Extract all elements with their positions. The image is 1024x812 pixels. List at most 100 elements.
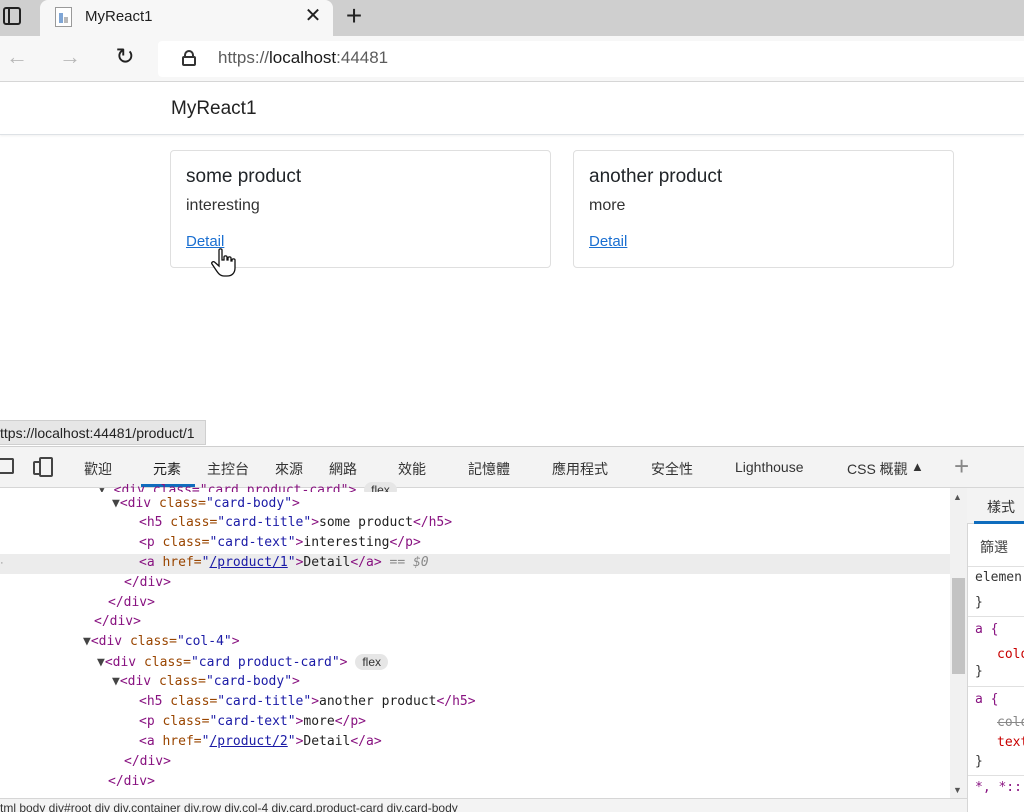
breadcrumb-path[interactable]: tml body div#root div div.container div.… [0, 801, 458, 812]
dom-tag: > [231, 634, 240, 649]
tab-actions-icon[interactable] [3, 7, 21, 25]
dom-line[interactable]: </div> [108, 774, 155, 794]
dom-line[interactable]: ▼<div class="col-4"> [83, 634, 240, 654]
scroll-down-icon[interactable]: ▼ [953, 785, 962, 795]
dom-line[interactable]: </div> [124, 754, 171, 774]
tab-welcome[interactable]: 歡迎 [84, 459, 112, 479]
dom-value: "card-title" [217, 515, 312, 530]
rule-selector[interactable]: *, *:: [975, 780, 1022, 795]
dom-line[interactable]: </div> [94, 614, 141, 634]
dom-line[interactable]: </div> [124, 575, 171, 595]
dom-attr: href= [154, 734, 202, 749]
dom-line[interactable]: <p class="card-text">interesting</p> [139, 535, 421, 555]
new-tab-icon[interactable]: + [341, 1, 367, 31]
more-tabs-icon[interactable]: + [954, 452, 969, 480]
dom-tag: <div [119, 496, 152, 511]
css-property-overridden[interactable]: colo [997, 715, 1024, 730]
detail-link[interactable]: Detail [589, 233, 627, 250]
page-favicon-icon [55, 7, 72, 27]
scroll-up-icon[interactable]: ▲ [953, 492, 962, 502]
url-scheme: https:// [218, 48, 270, 67]
tab-performance[interactable]: 效能 [398, 459, 426, 479]
tab-lighthouse[interactable]: Lighthouse [735, 459, 804, 475]
lock-icon[interactable] [182, 50, 196, 66]
expand-arrow-icon[interactable]: ▼ [112, 496, 120, 511]
dom-attr: class= [154, 535, 210, 550]
dom-href-link[interactable]: /product/1 [209, 555, 287, 570]
app-brand[interactable]: MyReact1 [171, 98, 257, 120]
dom-value: "col-4" [176, 634, 232, 649]
console-ref-label: == $0 [389, 555, 429, 570]
dom-line[interactable]: <h5 class="card-title">another product</… [139, 694, 476, 714]
tab-console[interactable]: 主控台 [207, 459, 249, 479]
expand-arrow-icon[interactable]: ▼ [97, 655, 105, 670]
dom-tag: <div class="card product-card"> [113, 483, 357, 492]
dom-line[interactable]: ▼<div class="card product-card"> flex [97, 654, 388, 674]
inspect-element-icon[interactable] [0, 458, 14, 474]
tab-application[interactable]: 應用程式 [552, 459, 608, 479]
dom-tag: <a [139, 734, 155, 749]
forward-icon[interactable]: → [57, 44, 83, 72]
dom-line-selected[interactable]: <a href="/product/1">Detail</a> == $0 [139, 555, 429, 575]
dom-line[interactable]: <h5 class="card-title">some product</h5> [139, 515, 452, 535]
hand-cursor-icon [211, 248, 236, 277]
refresh-icon[interactable]: ↻ [112, 43, 138, 71]
device-emulation-icon[interactable] [33, 457, 53, 477]
dom-tag: <p [139, 714, 155, 729]
css-property[interactable]: text [997, 735, 1024, 750]
tab-styles[interactable]: 樣式 [987, 497, 1015, 517]
dom-attr: href= [154, 555, 202, 570]
dom-text: Detail [303, 734, 351, 749]
dom-tag: > [292, 674, 300, 689]
dom-scrollbar-thumb[interactable] [952, 578, 965, 674]
dom-text: more [303, 714, 335, 729]
dom-attr: class= [162, 694, 218, 709]
element-style-label: elemen [975, 570, 1022, 585]
dom-tag: <a [139, 555, 155, 570]
back-icon[interactable]: ← [4, 44, 30, 72]
dom-tag: </div> [94, 614, 141, 629]
expand-arrow-icon[interactable]: ▼ [112, 674, 120, 689]
card-title: another product [589, 166, 723, 187]
rule-brace: } [975, 754, 983, 769]
address-url[interactable]: https://localhost:44481 [218, 48, 388, 68]
tab-security[interactable]: 安全性 [651, 459, 693, 479]
tab-css-overview[interactable]: CSS 概觀 [847, 459, 908, 479]
dom-value: " [287, 555, 296, 570]
dom-tag: </a> [350, 555, 382, 570]
tab-elements[interactable]: 元素 [153, 459, 181, 479]
dom-tag: </p> [389, 535, 421, 550]
flex-badge[interactable]: flex [355, 654, 388, 670]
dom-text: Detail [303, 555, 351, 570]
flex-badge[interactable]: flex [364, 482, 397, 492]
dom-tag: </div> [124, 754, 171, 769]
rule-selector[interactable]: a { [975, 622, 998, 637]
css-property[interactable]: colo [997, 647, 1024, 662]
tab-network[interactable]: 網路 [329, 459, 357, 479]
tab-close-icon[interactable]: ✕ [302, 5, 324, 27]
dom-attr: class= [122, 634, 177, 649]
url-port: :44481 [336, 48, 389, 67]
styles-filter-input[interactable]: 篩選 [980, 537, 1008, 557]
tab-memory[interactable]: 記憶體 [468, 459, 510, 479]
dom-attr: class= [136, 655, 191, 670]
dom-href-link[interactable]: /product/2 [209, 734, 287, 749]
dom-tag: </p> [334, 714, 366, 729]
dom-value: " [287, 734, 296, 749]
rule-brace: } [975, 664, 983, 679]
dom-tag: </a> [350, 734, 382, 749]
expand-arrow-icon[interactable]: ▼ [83, 634, 91, 649]
dom-line[interactable]: </div> [108, 595, 155, 615]
tab-sources[interactable]: 來源 [275, 459, 303, 479]
dom-breadcrumb: tml body div#root div div.container div.… [0, 798, 967, 812]
dom-line[interactable]: ▾ <div class="card product-card"> flex [98, 482, 397, 492]
rule-selector[interactable]: a { [975, 692, 998, 707]
dom-tag: <h5 [139, 515, 163, 530]
dom-line[interactable]: <a href="/product/2">Detail</a> [139, 734, 382, 754]
dom-line[interactable]: <p class="card-text">more</p> [139, 714, 366, 734]
dom-line[interactable]: ▼<div class="card-body"> [112, 496, 300, 516]
dom-attr: class= [151, 496, 206, 511]
card-title: some product [186, 166, 302, 187]
browser-tab[interactable] [40, 0, 333, 36]
dom-line[interactable]: ▼<div class="card-body"> [112, 674, 300, 694]
